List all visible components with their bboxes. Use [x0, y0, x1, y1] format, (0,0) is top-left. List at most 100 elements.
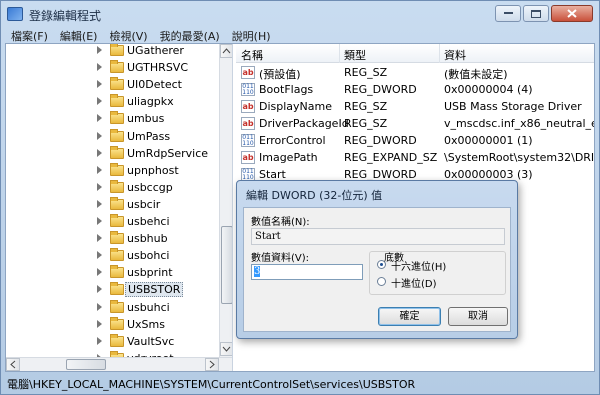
expand-arrow-icon[interactable]: [97, 114, 102, 123]
expand-arrow-icon[interactable]: [97, 234, 102, 243]
ok-button[interactable]: 確定: [378, 307, 441, 326]
expand-arrow-icon[interactable]: [97, 319, 102, 328]
tree-scroll-thumb[interactable]: [221, 226, 232, 304]
value-type: REG_SZ: [344, 117, 388, 130]
menu-file[interactable]: 檔案(F): [5, 27, 54, 43]
tree-item[interactable]: usbuhci: [6, 299, 219, 316]
expand-arrow-icon[interactable]: [97, 80, 102, 89]
hex-radio-label[interactable]: 十六進位(H): [391, 258, 446, 273]
tree-item[interactable]: UxSms: [6, 316, 219, 333]
registry-editor-window: 登錄編輯程式 檔案(F) 編輯(E) 檢視(V) 我的最愛(A) 說明(H) U…: [0, 0, 600, 395]
tree-item[interactable]: uliagpkx: [6, 93, 219, 110]
expand-arrow-icon[interactable]: [97, 336, 102, 345]
tree-item[interactable]: usbccgp: [6, 179, 219, 196]
expand-arrow-icon[interactable]: [97, 302, 102, 311]
string-value-icon: ab: [241, 117, 255, 130]
expand-arrow-icon[interactable]: [97, 148, 102, 157]
column-header-data[interactable]: 資料: [444, 47, 466, 63]
scroll-up-button[interactable]: [220, 44, 232, 58]
scroll-down-button[interactable]: [220, 342, 232, 356]
scroll-right-button[interactable]: [205, 358, 219, 371]
expand-arrow-icon[interactable]: [97, 46, 102, 54]
column-header-type[interactable]: 類型: [344, 47, 366, 63]
title-bar: 登錄編輯程式: [1, 1, 599, 27]
menu-edit[interactable]: 編輯(E): [54, 27, 104, 43]
expand-arrow-icon[interactable]: [97, 285, 102, 294]
folder-icon: [110, 77, 124, 91]
chevron-down-icon: [222, 346, 231, 352]
folder-icon: [110, 94, 124, 108]
expand-arrow-icon[interactable]: [97, 199, 102, 208]
value-type: REG_DWORD: [344, 134, 417, 147]
tree-item[interactable]: VaultSvc: [6, 333, 219, 350]
tree-item[interactable]: usbehci: [6, 213, 219, 230]
tree-item[interactable]: umbus: [6, 110, 219, 127]
menu-view[interactable]: 檢視(V): [103, 27, 153, 43]
caption-buttons: [495, 5, 593, 22]
tree-horizontal-scrollbar[interactable]: [6, 357, 232, 371]
folder-icon: [110, 282, 124, 296]
hex-radio[interactable]: [377, 260, 386, 269]
menu-help[interactable]: 說明(H): [226, 27, 277, 43]
menu-favorites[interactable]: 我的最愛(A): [154, 27, 226, 43]
expand-arrow-icon[interactable]: [97, 131, 102, 140]
value-row[interactable]: 011 110 BootFlags REG_DWORD 0x00000004 (4): [236, 81, 594, 98]
minimize-button[interactable]: [495, 5, 521, 22]
tree-item[interactable]: UmPass: [6, 128, 219, 145]
minimize-icon: [503, 12, 513, 14]
tree-item[interactable]: UGatherer: [6, 44, 219, 59]
expand-arrow-icon[interactable]: [97, 217, 102, 225]
value-data-text: 3: [254, 266, 261, 277]
tree-item-label: usbuhci: [127, 300, 170, 314]
value-row[interactable]: ab (預設值) REG_SZ (數值未設定): [236, 64, 594, 81]
value-data: v_mscdsc.inf_x86_neutral_ef3a0c3: [444, 117, 594, 130]
tree-item[interactable]: usbprint: [6, 264, 219, 281]
value-row[interactable]: ab ImagePath REG_EXPAND_SZ \SystemRoot\syst…: [236, 149, 594, 166]
maximize-button[interactable]: [523, 5, 549, 22]
value-type: REG_DWORD: [344, 83, 417, 96]
close-icon: [567, 9, 577, 18]
window-title: 登錄編輯程式: [29, 9, 102, 23]
tree-item[interactable]: USBSTOR: [6, 281, 219, 298]
column-divider[interactable]: [339, 44, 340, 63]
value-row[interactable]: ab DriverPackageId REG_SZ v_mscdsc.inf_x86_…: [236, 115, 594, 132]
tree-hscroll-thumb[interactable]: [66, 359, 106, 370]
folder-icon: [110, 265, 124, 279]
value-row[interactable]: ab DisplayName REG_SZ USB Mass Storage Driv…: [236, 98, 594, 115]
column-header-name[interactable]: 名稱: [241, 47, 263, 63]
value-name: (預設值): [259, 68, 301, 81]
tree-item[interactable]: usbohci: [6, 247, 219, 264]
folder-icon: [110, 145, 124, 159]
expand-arrow-icon[interactable]: [97, 251, 102, 260]
value-data-input[interactable]: 3: [251, 264, 363, 280]
tree-item[interactable]: UGTHRSVC: [6, 59, 219, 76]
dec-radio[interactable]: [377, 277, 386, 286]
expand-arrow-icon[interactable]: [97, 63, 102, 72]
expand-arrow-icon[interactable]: [97, 97, 102, 106]
expand-arrow-icon[interactable]: [97, 182, 102, 191]
expand-arrow-icon[interactable]: [97, 165, 102, 174]
folder-icon: [110, 162, 124, 176]
tree-item[interactable]: usbhub: [6, 230, 219, 247]
dec-radio-label[interactable]: 十進位(D): [391, 275, 437, 290]
tree-item-label: usbohci: [127, 249, 170, 263]
tree-item[interactable]: UmRdpService: [6, 145, 219, 162]
value-name: DriverPackageId: [259, 117, 349, 130]
value-type: REG_SZ: [344, 66, 388, 79]
folder-icon: [110, 111, 124, 125]
value-row[interactable]: 011 110 ErrorControl REG_DWORD 0x00000001 (1…: [236, 132, 594, 149]
scroll-left-button[interactable]: [6, 358, 20, 371]
tree-item-label: usbcir: [127, 197, 161, 211]
value-name: DisplayName: [259, 100, 332, 113]
key-tree: UGatherer UGTHRSVC UI0Detect uliagpkx umbus U…: [6, 44, 233, 371]
tree-vertical-scrollbar[interactable]: [219, 44, 232, 357]
close-button[interactable]: [551, 5, 593, 22]
tree-item[interactable]: upnphost: [6, 162, 219, 179]
expand-arrow-icon[interactable]: [97, 268, 102, 277]
tree-item[interactable]: UI0Detect: [6, 76, 219, 93]
tree-item-label: usbhub: [127, 232, 168, 246]
column-divider[interactable]: [439, 44, 440, 63]
folder-icon: [110, 333, 124, 347]
tree-item[interactable]: usbcir: [6, 196, 219, 213]
cancel-button[interactable]: 取消: [448, 307, 508, 326]
